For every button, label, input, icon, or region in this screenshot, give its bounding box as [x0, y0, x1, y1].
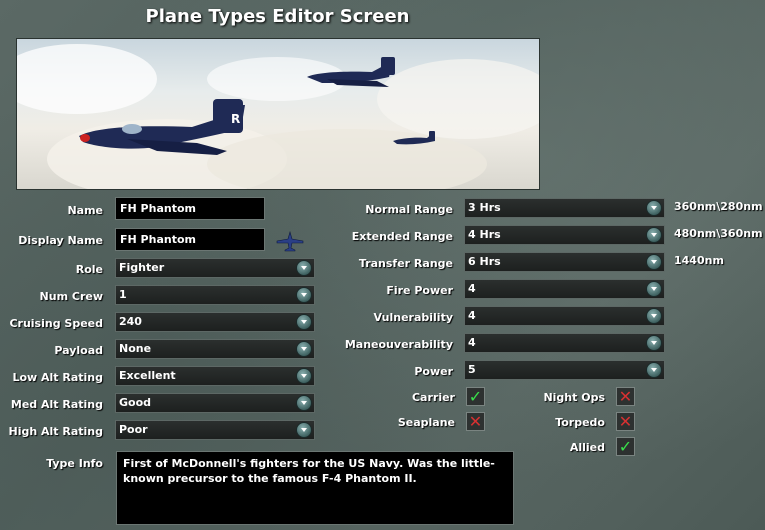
type-info-label: Type Info	[46, 457, 103, 470]
normal-range-dropdown[interactable]: 3 Hrs	[464, 198, 665, 218]
night-ops-label: Night Ops	[543, 391, 605, 404]
torpedo-label: Torpedo	[555, 416, 605, 429]
power-value: 5	[468, 363, 476, 376]
dropdown-arrow-icon[interactable]	[646, 281, 662, 297]
role-label: Role	[75, 263, 103, 276]
type-info-textarea[interactable]: First of McDonnell's fighters for the US…	[116, 451, 514, 525]
dropdown-arrow-icon[interactable]	[646, 362, 662, 378]
payload-dropdown[interactable]: None	[115, 339, 315, 359]
vulnerability-dropdown[interactable]: 4	[464, 306, 665, 326]
normal-range-label: Normal Range	[365, 203, 453, 216]
transfer-range-value: 6 Hrs	[468, 255, 501, 268]
power-label: Power	[414, 365, 453, 378]
plane-banner-image: R	[16, 38, 540, 190]
night-ops-checkbox[interactable]: ✕	[616, 387, 635, 406]
seaplane-checkbox[interactable]: ✕	[466, 412, 485, 431]
seaplane-label: Seaplane	[397, 416, 455, 429]
carrier-checkbox[interactable]: ✓	[466, 387, 485, 406]
page-title: Plane Types Editor Screen	[145, 6, 410, 27]
num-crew-value: 1	[119, 288, 127, 301]
vulnerability-value: 4	[468, 309, 476, 322]
low-alt-rating-value: Excellent	[119, 369, 176, 382]
dropdown-arrow-icon[interactable]	[646, 200, 662, 216]
payload-label: Payload	[54, 344, 103, 357]
med-alt-rating-label: Med Alt Rating	[10, 398, 103, 411]
display-name-field[interactable]: FH Phantom	[115, 228, 265, 251]
power-dropdown[interactable]: 5	[464, 360, 665, 380]
fire-power-dropdown[interactable]: 4	[464, 279, 665, 299]
maneuverability-value: 4	[468, 336, 476, 349]
dropdown-arrow-icon[interactable]	[646, 308, 662, 324]
maneuverability-dropdown[interactable]: 4	[464, 333, 665, 353]
transfer-range-distance: 1440nm	[674, 254, 724, 267]
dropdown-arrow-icon[interactable]	[646, 254, 662, 270]
num-crew-dropdown[interactable]: 1	[115, 285, 315, 305]
low-alt-rating-label: Low Alt Rating	[12, 371, 103, 384]
extended-range-dropdown[interactable]: 4 Hrs	[464, 225, 665, 245]
normal-range-distance: 360nm\280nm	[674, 200, 763, 213]
payload-value: None	[119, 342, 152, 355]
dropdown-arrow-icon[interactable]	[646, 335, 662, 351]
role-value: Fighter	[119, 261, 165, 274]
fire-power-label: Fire Power	[386, 284, 453, 297]
num-crew-label: Num Crew	[39, 290, 103, 303]
allied-label: Allied	[569, 441, 605, 454]
cruising-speed-value: 240	[119, 315, 142, 328]
transfer-range-dropdown[interactable]: 6 Hrs	[464, 252, 665, 272]
name-field[interactable]: FH Phantom	[115, 197, 265, 220]
cruising-speed-label: Cruising Speed	[9, 317, 103, 330]
torpedo-checkbox[interactable]: ✕	[616, 412, 635, 431]
svg-text:R: R	[231, 112, 240, 126]
normal-range-value: 3 Hrs	[468, 201, 501, 214]
transfer-range-label: Transfer Range	[358, 257, 453, 270]
allied-checkbox[interactable]: ✓	[616, 437, 635, 456]
fire-power-value: 4	[468, 282, 476, 295]
extended-range-distance: 480nm\360nm	[674, 227, 763, 240]
high-alt-rating-dropdown[interactable]: Poor	[115, 420, 315, 440]
display-name-label: Display Name	[18, 234, 103, 247]
maneuverability-label: Maneouverability	[344, 338, 453, 351]
role-dropdown[interactable]: Fighter	[115, 258, 315, 278]
cruising-speed-dropdown[interactable]: 240	[115, 312, 315, 332]
carrier-label: Carrier	[411, 391, 455, 404]
med-alt-rating-value: Good	[119, 396, 152, 409]
med-alt-rating-dropdown[interactable]: Good	[115, 393, 315, 413]
extended-range-value: 4 Hrs	[468, 228, 501, 241]
extended-range-label: Extended Range	[351, 230, 453, 243]
low-alt-rating-dropdown[interactable]: Excellent	[115, 366, 315, 386]
high-alt-rating-label: High Alt Rating	[8, 425, 103, 438]
vulnerability-label: Vulnerability	[373, 311, 453, 324]
name-label: Name	[67, 204, 103, 217]
dropdown-arrow-icon[interactable]	[646, 227, 662, 243]
high-alt-rating-value: Poor	[119, 423, 148, 436]
